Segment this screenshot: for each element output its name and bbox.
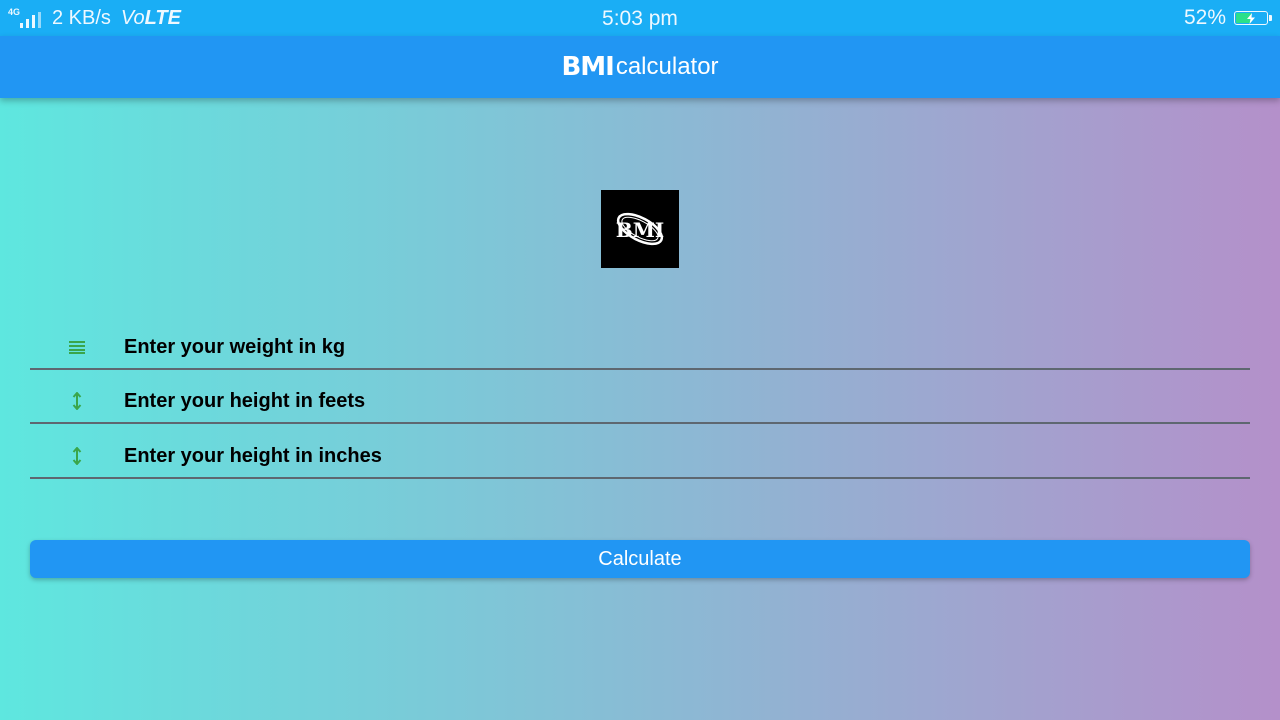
- height-arrows-icon: [64, 445, 90, 467]
- calculate-button[interactable]: Calculate: [30, 540, 1250, 578]
- bmi-logo: BMI: [601, 190, 679, 268]
- app-bar: BMI calculator: [0, 36, 1280, 98]
- battery-percent: 52%: [1183, 6, 1226, 29]
- bmi-logo-graphic: BMI: [616, 212, 664, 246]
- height-feet-input[interactable]: [124, 386, 1224, 416]
- battery-charging-icon: [1234, 11, 1272, 25]
- scale-lines-icon: [64, 336, 90, 358]
- svg-text:BMI: BMI: [616, 218, 664, 242]
- height-arrows-icon: [64, 390, 90, 412]
- status-time: 5:03 pm: [602, 7, 678, 30]
- status-right: 52%: [1183, 6, 1272, 30]
- charging-bolt-icon: [1235, 12, 1267, 24]
- app-title-calculator: calculator: [615, 53, 719, 80]
- height-inches-input[interactable]: [124, 441, 1224, 471]
- weight-input[interactable]: [124, 332, 1224, 362]
- app-title-bmi: BMI: [561, 52, 614, 82]
- weight-field: [30, 316, 1250, 370]
- height-inches-field: [30, 425, 1250, 479]
- height-feet-field: [30, 370, 1250, 424]
- status-bar: 4G 2 KB/s VoLTE 5:03 pm 52%: [0, 0, 1280, 36]
